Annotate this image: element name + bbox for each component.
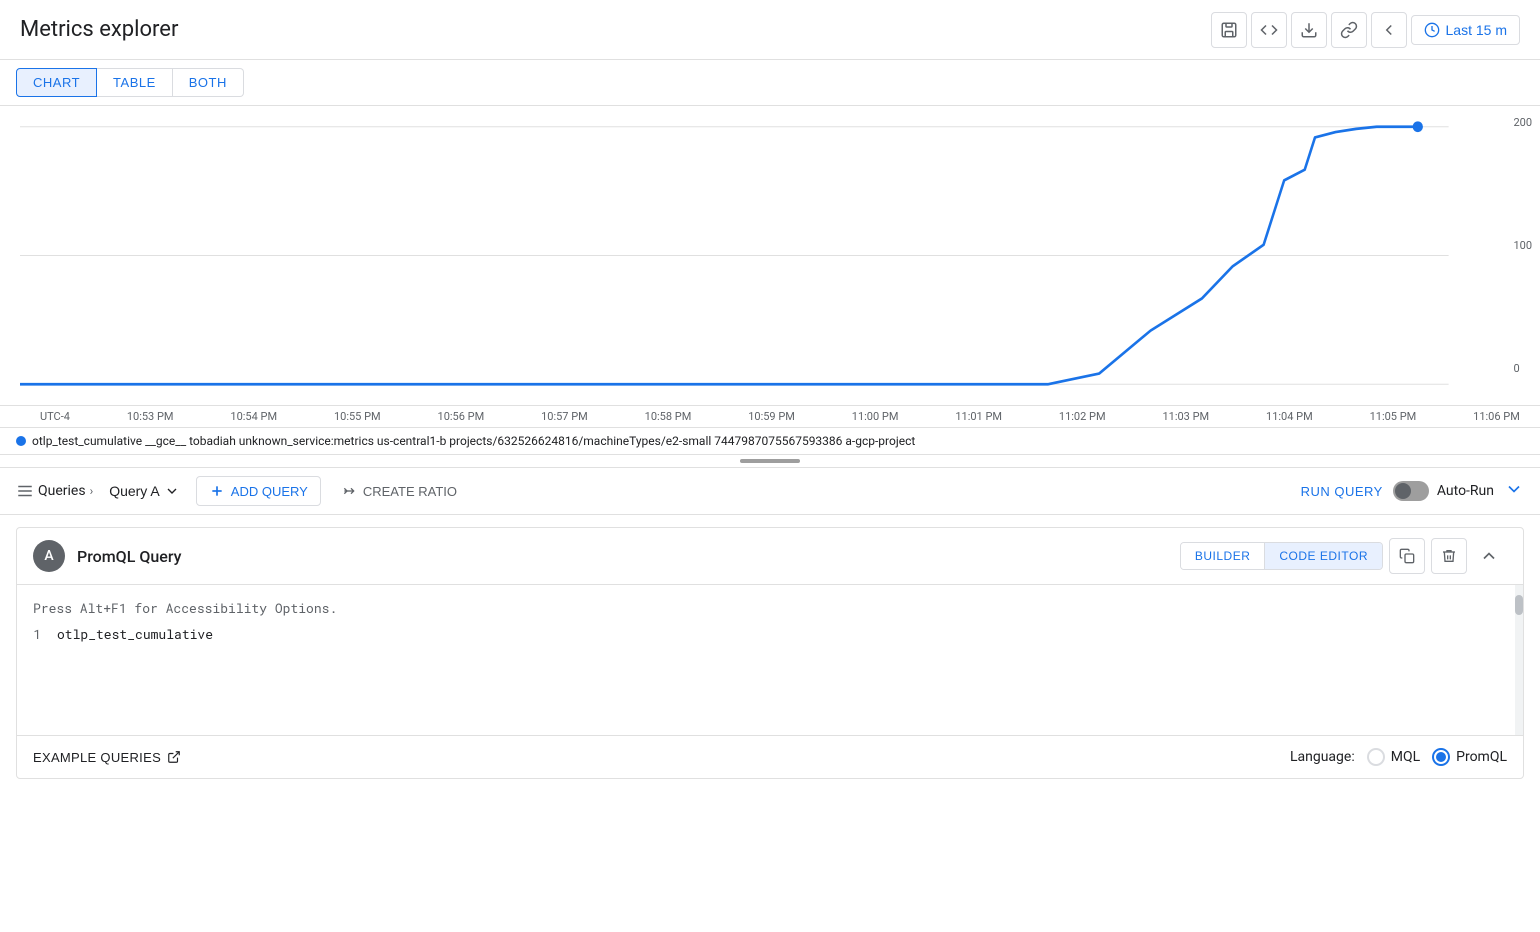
promql-radio-circle (1432, 748, 1450, 766)
time-1102: 11:02 PM (1059, 410, 1106, 423)
time-1059: 10:59 PM (748, 410, 795, 423)
code-line-1: 1 otlp_test_cumulative (17, 623, 1523, 645)
time-1100: 11:00 PM (852, 410, 899, 423)
query-a-button[interactable]: Query A (101, 479, 188, 503)
editor-mode-buttons: BUILDER CODE EDITOR (1180, 542, 1383, 570)
ratio-icon (341, 483, 357, 499)
collapse-btn[interactable] (1471, 538, 1507, 574)
add-query-button[interactable]: ADD QUERY (196, 476, 321, 506)
mql-radio[interactable]: MQL (1367, 748, 1420, 766)
view-tabs: CHART TABLE BOTH (0, 60, 1540, 106)
query-a-label: Query A (109, 483, 160, 499)
promql-radio-inner (1436, 752, 1446, 762)
time-1105: 11:05 PM (1370, 410, 1417, 423)
scroll-bar (740, 459, 800, 463)
chevron-up-icon (1479, 546, 1499, 566)
plus-icon (209, 483, 225, 499)
time-1104: 11:04 PM (1266, 410, 1313, 423)
time-1058: 10:58 PM (645, 410, 692, 423)
external-link-icon (167, 750, 181, 764)
query-editor-title: PromQL Query (77, 547, 1180, 566)
editor-bottom: EXAMPLE QUERIES Language: MQL PromQL (17, 735, 1523, 778)
mql-label: MQL (1391, 749, 1420, 765)
time-1056: 10:56 PM (438, 410, 485, 423)
example-queries-btn[interactable]: EXAMPLE QUERIES (33, 750, 181, 765)
chevron-right-icon: › (90, 484, 94, 498)
tab-both[interactable]: BOTH (173, 68, 244, 97)
create-ratio-label: CREATE RATIO (363, 484, 457, 499)
expand-icon (1504, 479, 1524, 499)
page-title: Metrics explorer (20, 17, 178, 42)
chevron-down-icon (164, 483, 180, 499)
add-query-label: ADD QUERY (231, 484, 308, 499)
expand-icon-btn[interactable] (1504, 479, 1524, 504)
code-editor-area[interactable]: Press Alt+F1 for Accessibility Options. … (17, 585, 1523, 735)
time-utc: UTC-4 (40, 410, 70, 423)
menu-icon (16, 482, 34, 500)
create-ratio-button[interactable]: CREATE RATIO (329, 477, 469, 505)
time-1101: 11:01 PM (955, 410, 1002, 423)
language-section: Language: MQL PromQL (1290, 748, 1507, 766)
run-query-button[interactable]: RUN QUERY (1301, 484, 1383, 499)
y-label-0: 0 (1513, 362, 1532, 375)
time-range-btn[interactable]: Last 15 m (1411, 15, 1520, 45)
chart-y-labels: 200 100 0 (1513, 106, 1532, 405)
download-icon-btn[interactable] (1291, 12, 1327, 48)
copy-icon (1399, 548, 1415, 564)
chart-area: 200 100 0 (0, 106, 1540, 406)
copy-editor-btn[interactable] (1389, 538, 1425, 574)
time-1054: 10:54 PM (230, 410, 277, 423)
trash-icon (1441, 548, 1457, 564)
save-icon-btn[interactable] (1211, 12, 1247, 48)
query-editor: A PromQL Query BUILDER CODE EDITOR Press… (16, 527, 1524, 779)
tab-table[interactable]: TABLE (97, 68, 173, 97)
time-axis: UTC-4 10:53 PM 10:54 PM 10:55 PM 10:56 P… (0, 406, 1540, 428)
query-toolbar: Queries › Query A ADD QUERY CREATE RATIO… (0, 468, 1540, 515)
chart-legend: otlp_test_cumulative __gce__ tobadiah un… (0, 428, 1540, 455)
scroll-indicator (0, 455, 1540, 468)
y-label-100: 100 (1513, 239, 1532, 252)
header: Metrics explorer Last 15 m (0, 0, 1540, 60)
queries-label: Queries (38, 483, 86, 499)
mql-radio-circle (1367, 748, 1385, 766)
time-1106: 11:06 PM (1473, 410, 1520, 423)
chart-svg (20, 116, 1500, 395)
time-1057: 10:57 PM (541, 410, 588, 423)
promql-label: PromQL (1456, 749, 1507, 765)
header-actions: Last 15 m (1211, 12, 1520, 48)
back-icon-btn[interactable] (1371, 12, 1407, 48)
time-1103: 11:03 PM (1162, 410, 1209, 423)
time-1053: 10:53 PM (127, 410, 174, 423)
promql-radio[interactable]: PromQL (1432, 748, 1507, 766)
time-1055: 10:55 PM (334, 410, 381, 423)
toggle-thumb (1395, 483, 1411, 499)
auto-run-toggle[interactable]: Auto-Run (1393, 481, 1494, 501)
link-icon-btn[interactable] (1331, 12, 1367, 48)
legend-dot (16, 436, 26, 446)
query-editor-header: A PromQL Query BUILDER CODE EDITOR (17, 528, 1523, 585)
run-query-section: RUN QUERY Auto-Run (1301, 479, 1524, 504)
builder-mode-btn[interactable]: BUILDER (1181, 543, 1266, 569)
example-queries-label: EXAMPLE QUERIES (33, 750, 161, 765)
code-icon-btn[interactable] (1251, 12, 1287, 48)
legend-text: otlp_test_cumulative __gce__ tobadiah un… (32, 434, 915, 448)
auto-run-label: Auto-Run (1437, 483, 1494, 499)
line-content-1: otlp_test_cumulative (57, 625, 213, 643)
queries-nav: Queries › (16, 482, 93, 500)
toggle-track[interactable] (1393, 481, 1429, 501)
scrollbar-track[interactable] (1515, 585, 1523, 735)
y-label-200: 200 (1513, 116, 1532, 129)
time-range-label: Last 15 m (1446, 22, 1507, 38)
query-avatar: A (33, 540, 65, 572)
line-number-1: 1 (17, 625, 57, 643)
code-editor-mode-btn[interactable]: CODE EDITOR (1265, 543, 1382, 569)
tab-chart[interactable]: CHART (16, 68, 97, 97)
scrollbar-thumb (1515, 595, 1523, 615)
language-label: Language: (1290, 749, 1355, 765)
code-hint: Press Alt+F1 for Accessibility Options. (17, 593, 1523, 623)
delete-editor-btn[interactable] (1431, 538, 1467, 574)
